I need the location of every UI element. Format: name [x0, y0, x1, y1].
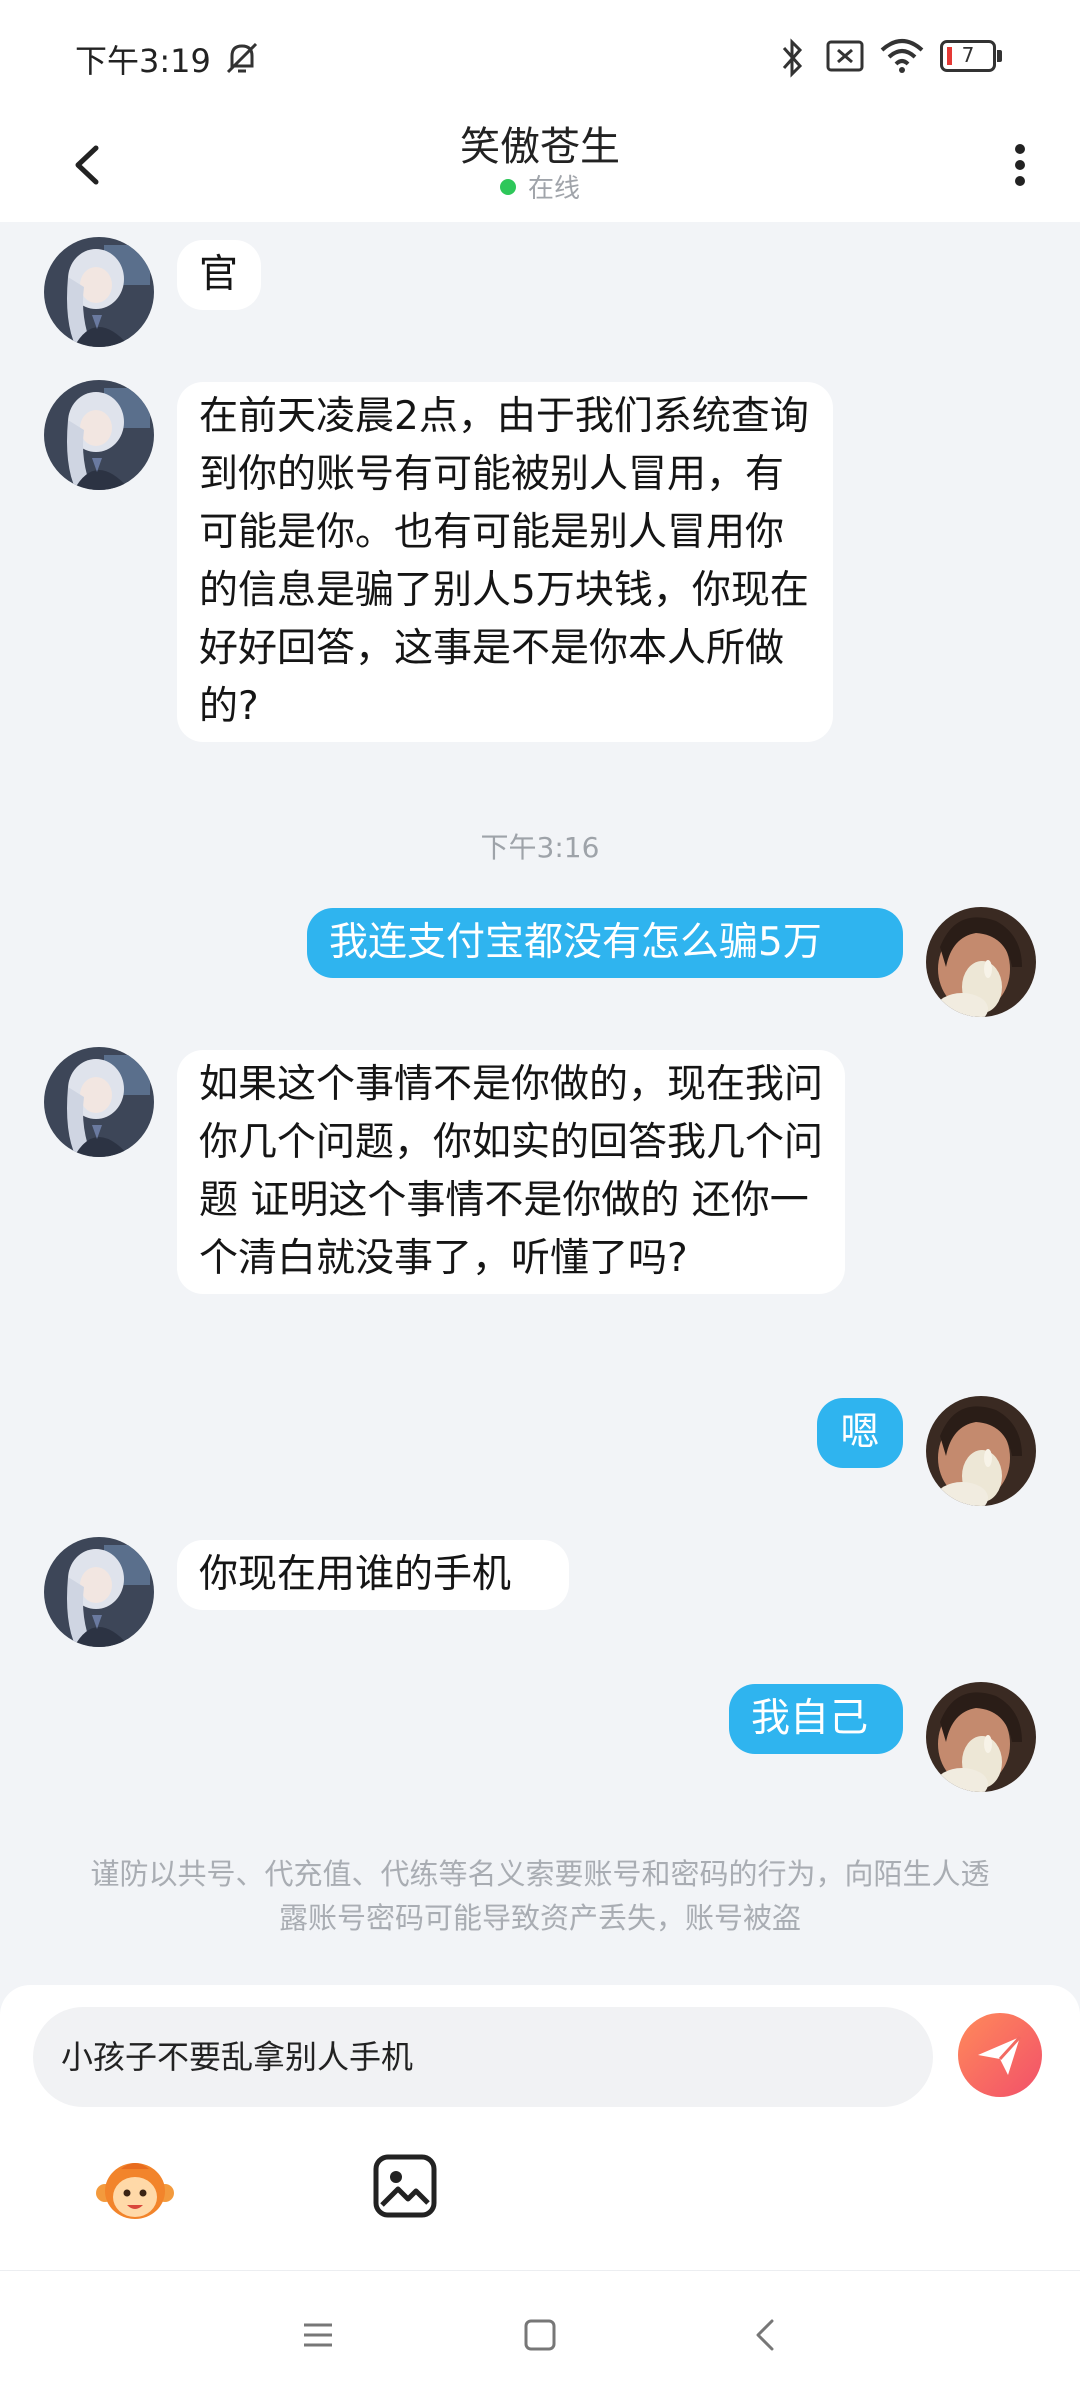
- user-avatar[interactable]: [926, 1396, 1036, 1506]
- security-warning: 谨防以共号、代充值、代练等名义索要账号和密码的行为，向陌生人透露账号密码可能导致…: [90, 1857, 990, 1935]
- contact-name: 笑傲苍生: [460, 124, 620, 170]
- message-bubble-sent[interactable]: 我自己: [729, 1684, 903, 1754]
- contact-avatar[interactable]: [44, 237, 154, 347]
- message-bubble-received[interactable]: 如果这个事情不是你做的，现在我问你几个问题，你如实的回答我几个问题 证明这个事情…: [177, 1050, 845, 1294]
- contact-avatar[interactable]: [44, 1537, 154, 1647]
- monkey-emoji-icon[interactable]: [95, 2155, 175, 2225]
- contact-avatar[interactable]: [44, 1047, 154, 1157]
- system-navigation-bar: [0, 2270, 1080, 2400]
- message-bubble-received[interactable]: 你现在用谁的手机: [177, 1540, 569, 1610]
- chat-area[interactable]: 官 在前天凌晨2点，由于我们系统查询到你的账号有可能被别人冒用，有可能是你。也有…: [0, 222, 1080, 1982]
- online-dot: [499, 179, 516, 195]
- no-sim-icon: [826, 40, 864, 72]
- home-square-icon[interactable]: [522, 2317, 558, 2353]
- mute-bell-icon: [226, 42, 258, 74]
- more-options-icon[interactable]: [1000, 130, 1040, 200]
- battery-level: 7: [961, 43, 975, 67]
- chat-header: 笑傲苍生 在线: [0, 110, 1080, 222]
- status-bar: 下午3:19 7: [0, 0, 1080, 110]
- online-status: 在线: [0, 168, 1080, 205]
- menu-icon[interactable]: [300, 2317, 336, 2353]
- wifi-icon: [880, 39, 924, 73]
- user-avatar[interactable]: [926, 1682, 1036, 1792]
- user-avatar[interactable]: [926, 907, 1036, 1017]
- message-bubble-sent[interactable]: 我连支付宝都没有怎么骗5万: [307, 908, 903, 978]
- bluetooth-icon: [782, 38, 803, 78]
- back-arrow-icon[interactable]: [748, 2317, 784, 2353]
- message-bubble-received[interactable]: 在前天凌晨2点，由于我们系统查询到你的账号有可能被别人冒用，有可能是你。也有可能…: [177, 382, 833, 742]
- message-bubble-sent[interactable]: 嗯: [817, 1398, 903, 1468]
- message-input[interactable]: 小孩子不要乱拿别人手机: [33, 2007, 933, 2107]
- message-composer: 小孩子不要乱拿别人手机: [0, 1985, 1080, 2270]
- message-bubble-received[interactable]: 官: [177, 240, 261, 310]
- message-timestamp: 下午3:16: [480, 831, 600, 864]
- battery-icon: 7: [940, 40, 1002, 72]
- paper-plane-icon: [978, 2035, 1022, 2075]
- status-time: 下午3:19: [75, 42, 211, 80]
- send-button[interactable]: [958, 2013, 1042, 2097]
- contact-avatar[interactable]: [44, 380, 154, 490]
- image-icon[interactable]: [372, 2153, 438, 2219]
- online-status-label: 在线: [527, 174, 580, 204]
